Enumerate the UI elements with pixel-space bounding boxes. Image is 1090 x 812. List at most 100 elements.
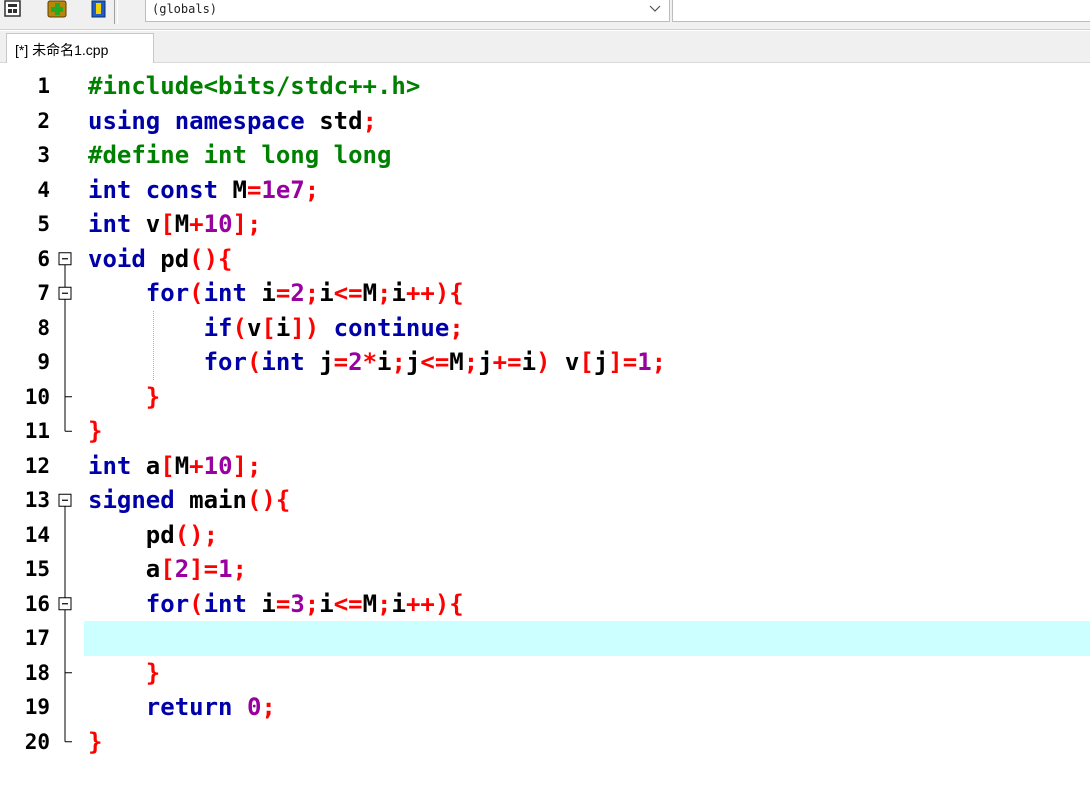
code-token: ]) [290, 313, 320, 342]
line-number: 11 [24, 419, 50, 443]
code-line[interactable]: } [88, 725, 102, 760]
line-number: 4 [37, 177, 50, 202]
code-token: <= [333, 279, 363, 307]
code-token: ++){ [405, 589, 464, 618]
code-token: pd [145, 244, 190, 273]
project-options-button[interactable] [88, 0, 110, 20]
code-line[interactable]: signed main(){ [88, 483, 290, 518]
fold-collapse-icon[interactable] [58, 286, 72, 300]
line-number: 10 [24, 384, 50, 409]
code-token: [ [160, 555, 175, 583]
code-token: ; [377, 279, 392, 307]
code-token: ; [304, 589, 320, 618]
code-line[interactable]: for(int i=2;i<=M;i++){ [88, 276, 464, 311]
code-line[interactable]: a[2]=1; [88, 552, 247, 587]
line-number: 14 [24, 522, 50, 547]
code-token: using namespace [88, 106, 305, 135]
code-token: i [319, 279, 334, 307]
code-token: ( [189, 279, 204, 307]
code-line[interactable]: int a[M+10]; [88, 449, 261, 484]
code-line[interactable]: int v[M+10]; [88, 207, 261, 242]
code-token: a [131, 451, 161, 480]
fold-collapse-icon[interactable] [58, 252, 72, 266]
fold-collapse-icon[interactable] [58, 597, 72, 611]
code-line[interactable]: } [88, 656, 160, 691]
code-token: j [304, 348, 334, 376]
code-line[interactable]: return 0; [88, 690, 276, 725]
code-token: = [246, 175, 262, 204]
code-token: #include<bits/stdc++.h> [88, 72, 421, 100]
code-token: ; [651, 348, 667, 376]
code-token: ; [362, 106, 377, 135]
code-token: (); [174, 520, 219, 549]
code-token: [ [160, 210, 175, 238]
current-line-highlight [84, 621, 1090, 656]
code-token: ]; [232, 451, 262, 480]
add-to-project-button[interactable] [46, 0, 68, 20]
code-token: i [521, 348, 537, 376]
code-token: v [246, 313, 262, 342]
code-line[interactable]: pd(); [88, 518, 218, 553]
code-token: continue [319, 313, 450, 342]
code-token: if [203, 313, 233, 342]
code-token: 2 [290, 279, 305, 307]
code-line[interactable]: for(int j=2*i;j<=M;j+=i) v[j]=1; [88, 345, 667, 380]
code-token: 3 [290, 589, 305, 618]
code-token: <= [333, 589, 363, 618]
code-token: v [131, 210, 161, 238]
code-line[interactable]: } [88, 380, 160, 415]
fold-collapse-icon[interactable] [58, 493, 72, 507]
code-line[interactable]: void pd(){ [88, 242, 233, 277]
code-token: + [189, 451, 204, 480]
code-token: M [449, 348, 464, 376]
member-dropdown[interactable] [672, 0, 1090, 22]
code-token: } [88, 727, 103, 756]
code-token: 1e7 [261, 175, 305, 204]
code-line[interactable]: } [88, 414, 102, 449]
code-token: 10 [203, 451, 233, 480]
code-line[interactable]: if(v[i]) continue; [88, 311, 464, 346]
line-number: 8 [37, 315, 50, 340]
code-token: for [145, 589, 190, 618]
line-number: 17 [24, 626, 50, 650]
code-token: [ [261, 313, 276, 342]
code-token: } [88, 417, 103, 445]
line-number: 16 [24, 591, 50, 616]
code-insert-icon [4, 0, 21, 17]
code-line[interactable]: for(int i=3;i<=M;i++){ [88, 587, 464, 622]
code-token: ; [261, 693, 276, 721]
line-number: 2 [37, 108, 50, 133]
code-token: int [261, 348, 305, 376]
code-token: j [405, 348, 421, 376]
code-token: ) [536, 348, 551, 376]
insert-snippet-button[interactable] [2, 0, 24, 20]
code-line[interactable]: #define int long long [88, 138, 391, 173]
code-token: j [593, 348, 609, 376]
code-token: ; [391, 348, 406, 376]
code-token: #define int long long [88, 141, 392, 169]
code-token: M [174, 451, 190, 480]
code-token: M [362, 589, 378, 618]
code-token: ; [304, 175, 320, 204]
code-token: ]= [189, 555, 219, 583]
code-token: ++){ [405, 279, 464, 307]
code-line[interactable]: int const M=1e7; [88, 173, 319, 208]
tab-file[interactable]: [*] 未命名1.cpp [6, 33, 154, 63]
line-number: 1 [37, 74, 50, 98]
code-line[interactable]: #include<bits/stdc++.h> [88, 69, 420, 104]
code-token: 1 [218, 555, 233, 583]
code-token: i [319, 589, 334, 618]
code-editor[interactable]: 1 #include<bits/stdc++.h> 2 using namespace… [0, 64, 1090, 812]
code-token: signed [88, 486, 175, 514]
code-token: a [88, 555, 161, 583]
code-token: main [174, 486, 247, 514]
code-token: ; [232, 555, 247, 583]
toolbar-separator [114, 0, 118, 24]
code-token: ; [463, 348, 479, 376]
scope-dropdown[interactable]: (globals) [145, 0, 670, 22]
code-token: i [246, 589, 276, 618]
code-line[interactable]: using namespace std; [88, 104, 377, 139]
